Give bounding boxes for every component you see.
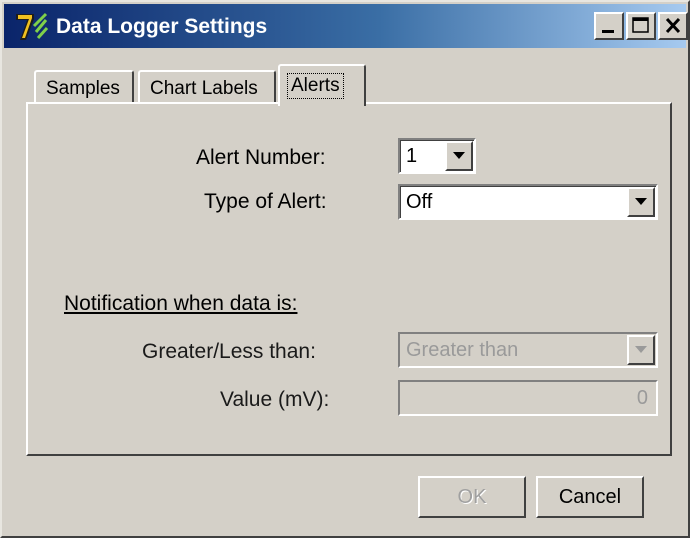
alert-number-label: Alert Number: xyxy=(196,146,326,169)
value-mv-value: 0 xyxy=(636,387,648,409)
alert-number-select[interactable]: 1 xyxy=(398,138,476,174)
value-mv-label: Value (mV): xyxy=(220,388,330,411)
chevron-down-icon xyxy=(453,152,465,159)
window-title: Data Logger Settings xyxy=(56,15,268,38)
type-of-alert-select[interactable]: Off xyxy=(398,184,658,220)
tab-alerts[interactable]: Alerts xyxy=(278,64,366,106)
tab-samples-label: Samples xyxy=(46,78,120,99)
app-logo-icon xyxy=(16,12,48,40)
greater-less-value: Greater than xyxy=(406,339,519,361)
type-of-alert-dropdown-button[interactable] xyxy=(627,187,655,217)
dialog-window: Data Logger Settings Samples Chart Label… xyxy=(0,0,690,538)
chevron-down-icon xyxy=(635,346,647,353)
tab-chart-labels-label: Chart Labels xyxy=(150,78,258,99)
tab-chart-labels[interactable]: Chart Labels xyxy=(138,70,276,104)
maximize-icon xyxy=(632,17,649,33)
minimize-icon xyxy=(602,30,614,33)
greater-less-select[interactable]: Greater than xyxy=(398,332,658,368)
close-button[interactable] xyxy=(658,12,688,40)
value-mv-input[interactable]: 0 xyxy=(398,380,658,416)
alert-number-value: 1 xyxy=(406,145,418,167)
cancel-button[interactable]: Cancel xyxy=(536,476,644,518)
alert-number-dropdown-button[interactable] xyxy=(445,141,473,171)
notification-heading: Notification when data is: xyxy=(64,292,298,315)
greater-less-label: Greater/Less than: xyxy=(142,340,316,363)
tab-alerts-label: Alerts xyxy=(287,73,344,99)
greater-less-dropdown-button[interactable] xyxy=(627,335,655,365)
chevron-down-icon xyxy=(635,198,647,205)
type-of-alert-label: Type of Alert: xyxy=(204,190,327,213)
alerts-panel: Alert Number: 1 Type of Alert: Off Notif… xyxy=(26,102,672,456)
type-of-alert-value: Off xyxy=(406,191,433,213)
minimize-button[interactable] xyxy=(594,12,624,40)
title-bar[interactable]: Data Logger Settings xyxy=(4,4,688,48)
close-icon xyxy=(665,17,681,34)
tab-samples[interactable]: Samples xyxy=(34,70,134,104)
ok-button[interactable]: OK xyxy=(418,476,526,518)
maximize-button[interactable] xyxy=(626,12,656,40)
